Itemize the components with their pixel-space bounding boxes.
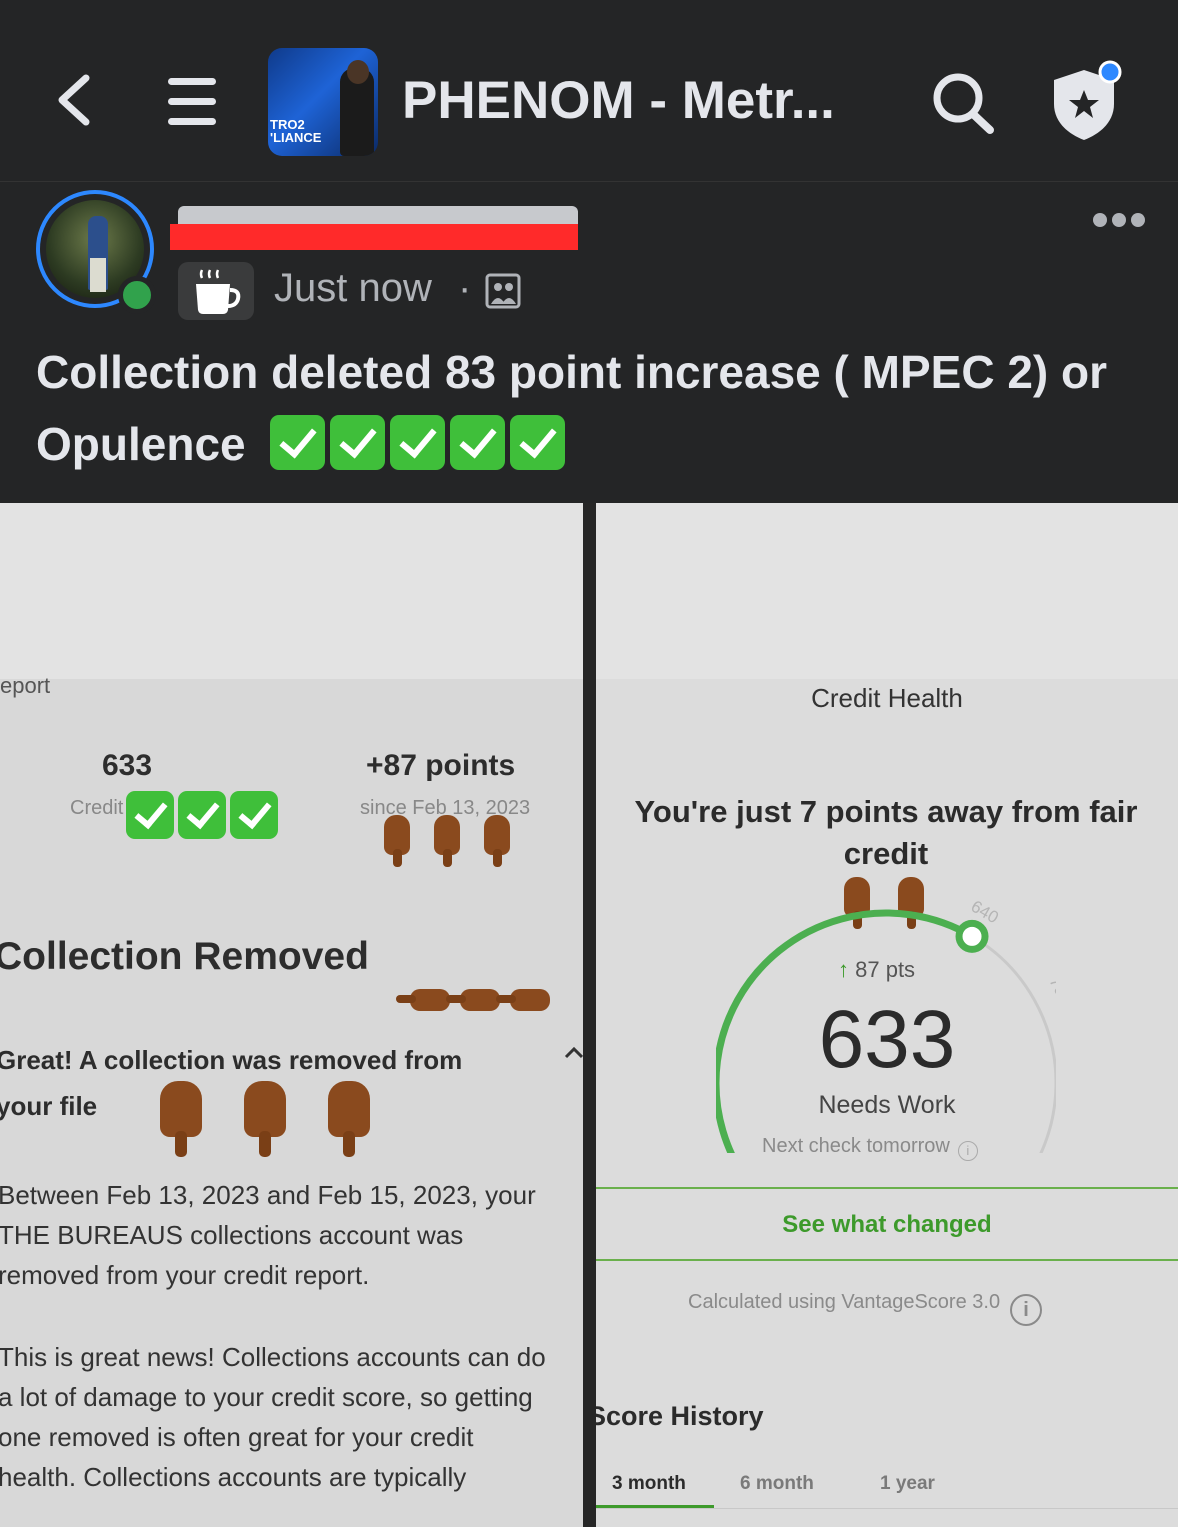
chevron-up-icon[interactable] <box>562 1041 583 1065</box>
score-change-value: 87 pts <box>855 957 916 982</box>
check-emoji <box>390 415 446 470</box>
check-emoji <box>126 791 174 839</box>
collection-explainer-paragraph: This is great news! Collections accounts… <box>0 1337 583 1497</box>
credit-score-big: 633 <box>818 994 956 1085</box>
pointing-down-emoji <box>484 815 510 867</box>
right-screenshot[interactable]: Credit Health You're just 7 points away … <box>596 503 1178 1527</box>
search-icon[interactable] <box>928 70 998 136</box>
tab-1-year[interactable]: 1 year <box>880 1473 935 1495</box>
pointing-down-emoji <box>244 1081 286 1157</box>
left-screenshot[interactable]: eport 633 Credit +87 points since Feb 13… <box>0 503 583 1527</box>
collection-detail-paragraph: Between Feb 13, 2023 and Feb 15, 2023, y… <box>0 1175 578 1295</box>
group-name[interactable]: PHENOM - Metr... <box>402 70 835 131</box>
post-text-line-1: Collection deleted 83 point increase ( M… <box>36 346 1108 398</box>
gauge-knob <box>955 919 989 953</box>
pointing-down-emoji <box>434 815 460 867</box>
check-emoji-group <box>270 415 570 470</box>
meta-separator: · <box>458 266 472 310</box>
credit-health-title: Credit Health <box>811 683 963 713</box>
check-emoji <box>330 415 386 470</box>
next-check-text: Next check tomorrow <box>762 1135 950 1157</box>
points-away-message: You're just 7 points away from fair cred… <box>634 794 1138 871</box>
left-screenshot-top <box>0 503 583 679</box>
info-icon[interactable]: i <box>1010 1294 1043 1326</box>
more-options-icon[interactable] <box>1090 204 1148 236</box>
up-arrow-icon: ↑ <box>838 957 849 982</box>
pointing-down-emoji <box>160 1081 202 1157</box>
credit-score-label: Credit <box>70 797 124 819</box>
check-emoji <box>178 791 226 839</box>
check-emoji <box>270 415 326 470</box>
paragraph-line: one removed is often great for your cred… <box>0 1422 474 1452</box>
paragraph-line: removed from your credit report. <box>0 1260 370 1290</box>
vantagescore-text: Calculated using VantageScore 3.0 <box>688 1291 1001 1313</box>
next-check-note: Next check tomorrow i <box>762 1135 978 1161</box>
thumbnail-text: TRO2 'LIANCE <box>270 117 322 145</box>
admin-shield-icon[interactable] <box>1048 60 1128 142</box>
back-arrow-icon[interactable] <box>48 70 108 130</box>
score-status: Needs Work <box>818 1091 956 1119</box>
collection-removed-title: Collection Removed <box>0 935 369 978</box>
tab-3-month[interactable]: 3 month <box>612 1473 686 1495</box>
check-emoji <box>510 415 566 470</box>
collection-message-line-1: Great! A collection was removed from <box>0 1045 463 1075</box>
online-indicator <box>118 276 156 314</box>
score-history-title: Score History <box>596 1401 764 1431</box>
tab-divider <box>596 1508 1178 1509</box>
paragraph-line: Between Feb 13, 2023 and Feb 15, 2023, y… <box>0 1180 536 1210</box>
pointing-down-emoji <box>384 815 410 867</box>
paragraph-line: THE BUREAUS collections account was <box>0 1220 464 1250</box>
tab-6-month[interactable]: 6 month <box>740 1473 814 1495</box>
points-change: +87 points <box>366 749 516 782</box>
see-what-changed-link[interactable]: See what changed <box>596 1211 1178 1239</box>
credit-score-value: 633 <box>102 749 153 782</box>
menu-icon[interactable] <box>166 74 218 130</box>
group-thumbnail[interactable]: TRO2 'LIANCE <box>268 48 378 156</box>
pointing-left-emoji <box>410 989 450 1011</box>
post-text-line-2: Opulence <box>36 408 1146 480</box>
info-icon[interactable]: i <box>957 1141 978 1161</box>
post-body: Collection deleted 83 point increase ( M… <box>36 336 1146 480</box>
post-timestamp[interactable]: Just now <box>274 266 432 311</box>
post-images[interactable]: eport 633 Credit +87 points since Feb 13… <box>0 503 1178 1527</box>
post-text-line-2-word: Opulence <box>36 418 246 470</box>
vantagescore-note: Calculated using VantageScore 3.0 i <box>688 1291 1043 1326</box>
app-bar: TRO2 'LIANCE PHENOM - Metr... <box>0 0 1178 182</box>
check-emoji-group-small <box>126 791 282 839</box>
check-emoji <box>230 791 278 839</box>
paragraph-line: health. Collections accounts are typical… <box>0 1462 467 1492</box>
redaction-bar <box>170 224 578 250</box>
image-divider <box>583 503 596 1527</box>
pointing-left-emoji <box>460 989 500 1011</box>
paragraph-line: a lot of damage to your credit score, so… <box>0 1382 533 1412</box>
cut-heading: eport <box>0 673 51 698</box>
right-screenshot-top <box>596 503 1178 679</box>
thumbnail-head <box>347 60 369 84</box>
score-change: ↑ 87 pts <box>838 957 915 983</box>
pointing-left-emoji <box>510 989 550 1011</box>
pointing-down-emoji <box>328 1081 370 1157</box>
paragraph-line: This is great news! Collections accounts… <box>0 1342 546 1372</box>
avatar-legs <box>90 258 106 292</box>
coffee-badge-icon <box>178 262 254 320</box>
group-privacy-icon <box>485 273 521 309</box>
check-emoji <box>450 415 506 470</box>
